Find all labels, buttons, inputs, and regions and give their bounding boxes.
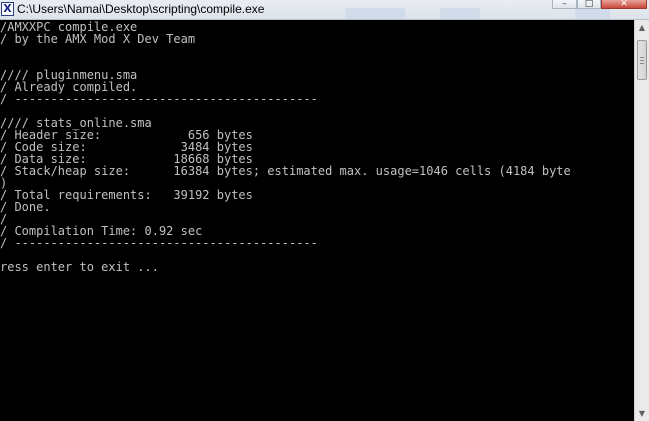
vertical-scrollbar[interactable]: ▲ ▼ <box>634 20 649 421</box>
console-line: / by the AMX Mod X Dev Team <box>0 32 196 46</box>
console-output[interactable]: /AMXXPC compile.exe / by the AMX Mod X De… <box>0 20 634 421</box>
console-line: / --------------------------------------… <box>0 92 318 106</box>
window-title: C:\Users\Namai\Desktop\scripting\compile… <box>17 2 265 16</box>
console-line: / Done. <box>0 200 51 214</box>
scroll-thumb[interactable] <box>637 40 647 80</box>
maximize-button[interactable]: □ <box>577 0 601 9</box>
console-line: / --------------------------------------… <box>0 236 318 250</box>
close-button[interactable]: ✕ <box>601 0 647 9</box>
console-line: ress enter to exit ... <box>0 260 159 274</box>
background-window-ghost <box>440 8 480 19</box>
console-app-icon[interactable]: X <box>1 2 14 16</box>
background-window-ghost <box>345 8 405 19</box>
minimize-icon: – <box>562 0 567 9</box>
background-window-ghost <box>575 8 610 19</box>
maximize-icon: □ <box>584 0 594 9</box>
console-text: /AMXXPC compile.exe / by the AMX Mod X De… <box>0 20 634 273</box>
window-titlebar[interactable]: X C:\Users\Namai\Desktop\scripting\compi… <box>0 0 649 20</box>
scroll-up-icon[interactable]: ▲ <box>635 20 649 35</box>
scroll-down-icon[interactable]: ▼ <box>635 406 649 421</box>
close-icon: ✕ <box>620 0 628 9</box>
minimize-button[interactable]: – <box>552 0 577 9</box>
console-line: / Stack/heap size: 16384 bytes; estimate… <box>0 164 571 178</box>
console-line: / Total requirements: 39192 bytes <box>0 188 253 202</box>
